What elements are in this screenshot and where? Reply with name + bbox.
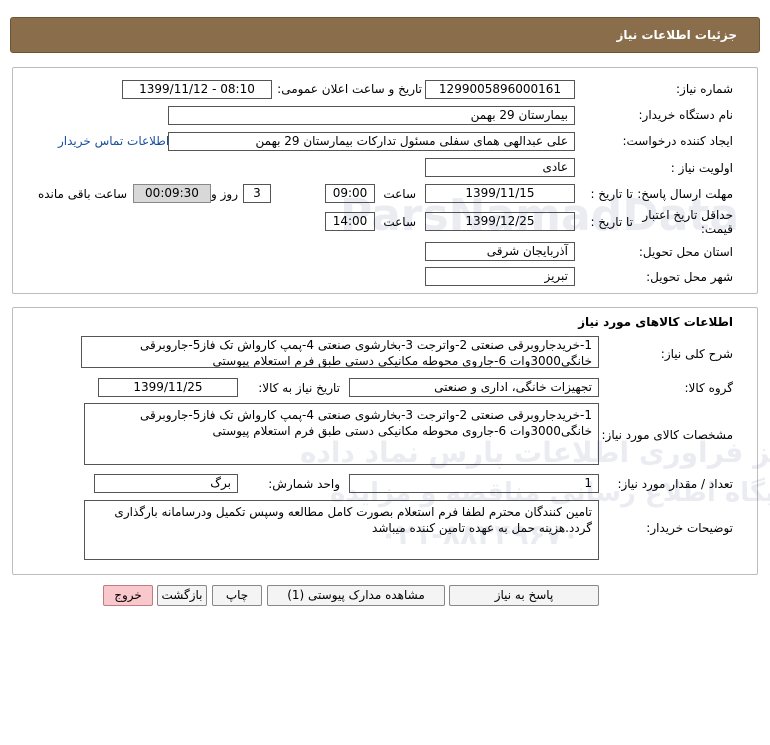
validity-date-field: 1399/12/25 [425, 212, 575, 231]
deadline-to-date-label: تا تاریخ : [590, 187, 633, 201]
days-label: روز و [211, 187, 238, 201]
page-header: جزئیات اطلاعات نیاز [10, 17, 760, 53]
priority-field: عادی [425, 158, 575, 177]
validity-to-date-label: تا تاریخ : [590, 215, 633, 229]
goods-group-field: تجهیزات خانگی، اداری و صنعتی [349, 378, 599, 397]
goods-section-title: اطلاعات کالاهای مورد نیاز [578, 315, 733, 329]
description-field: 1-خریدجاروبرقی صنعتی 2-واترجت 3-بخارشوی … [81, 336, 599, 368]
deadline-time-field: 09:00 [325, 184, 375, 203]
specs-field: 1-خریدجاروبرقی صنعتی 2-واترجت 3-بخارشوی … [84, 403, 599, 465]
deadline-label: مهلت ارسال پاسخ: [637, 187, 733, 201]
city-label: شهر محل تحویل: [646, 270, 733, 284]
announce-datetime-field: 1399/11/12 - 08:10 [122, 80, 272, 99]
unit-field: برگ [94, 474, 238, 493]
province-label: استان محل تحویل: [638, 245, 733, 259]
province-field: آذربایجان شرقی [425, 242, 575, 261]
buyer-org-label: نام دستگاه خریدار: [638, 108, 734, 122]
validity-label: حداقل تاریخ اعتبار قیمت: [642, 208, 733, 236]
quantity-label: تعداد / مقدار مورد نیاز: [617, 477, 733, 491]
need-date-field: 1399/11/25 [98, 378, 238, 397]
days-remaining-field: 3 [243, 184, 271, 203]
buyer-notes-field: تامین کنندگان محترم لطفا فرم استعلام بصو… [84, 500, 599, 560]
validity-time-field: 14:00 [325, 212, 375, 231]
city-field: تبریز [425, 267, 575, 286]
need-info-panel [12, 67, 758, 294]
page-title: جزئیات اطلاعات نیاز [616, 28, 737, 42]
need-date-label: تاریخ نیاز به کالا: [258, 381, 340, 395]
goods-group-label: گروه کالا: [684, 381, 734, 395]
reply-button[interactable]: پاسخ به نیاز [449, 585, 599, 606]
buyer-contact-link[interactable]: اطلاعات تماس خریدار [58, 134, 169, 148]
remaining-time-field: 00:09:30 [133, 184, 211, 203]
creator-field: علی عبدالهی همای سفلی مسئول تدارکات بیما… [168, 132, 575, 151]
need-number-label: شماره نیاز: [676, 82, 733, 96]
creator-label: ایجاد کننده درخواست: [622, 134, 733, 148]
view-attachments-button[interactable]: مشاهده مدارک پیوستی (1) [267, 585, 445, 606]
validity-time-label: ساعت [383, 215, 416, 229]
buyer-notes-label: توضیحات خریدار: [646, 521, 733, 535]
announce-datetime-label: تاریخ و ساعت اعلان عمومی: [277, 82, 422, 96]
deadline-date-field: 1399/11/15 [425, 184, 575, 203]
need-number-field: 1299005896000161 [425, 80, 575, 99]
quantity-field: 1 [349, 474, 599, 493]
specs-label: مشخصات کالای مورد نیاز: [601, 428, 733, 442]
buyer-org-field: بیمارستان 29 بهمن [168, 106, 575, 125]
back-button[interactable]: بازگشت [157, 585, 207, 606]
remaining-label: ساعت باقی مانده [37, 187, 127, 201]
description-label: شرح کلی نیاز: [660, 347, 733, 361]
print-button[interactable]: چاپ [212, 585, 262, 606]
exit-button[interactable]: خروج [103, 585, 153, 606]
priority-label: اولویت نیاز : [670, 161, 733, 175]
unit-label: واحد شمارش: [268, 477, 340, 491]
deadline-time-label: ساعت [383, 187, 416, 201]
